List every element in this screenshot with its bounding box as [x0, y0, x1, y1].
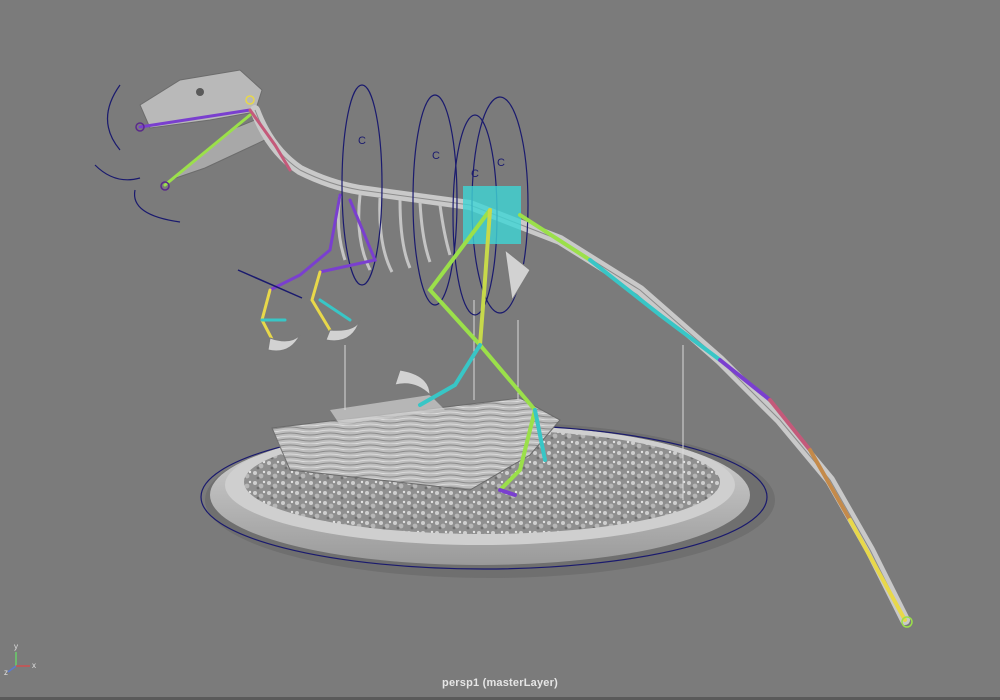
center-marker-label: C	[471, 168, 479, 180]
center-marker-label: C	[497, 157, 505, 169]
scene-3d-view[interactable]: C C C C	[0, 0, 1000, 700]
center-marker-label: C	[432, 150, 440, 162]
center-marker-label: C	[358, 135, 366, 147]
axis-y-label: y	[14, 642, 18, 651]
axis-x-label: x	[32, 661, 36, 670]
ribcage[interactable]	[336, 194, 452, 273]
claw-meshes[interactable]	[267, 248, 531, 397]
viewport-panel[interactable]: C C C C y x z persp1 (masterLayer)	[0, 0, 1000, 700]
axis-z-label: z	[4, 668, 8, 677]
axis-gizmo-icon: y x z	[4, 640, 44, 680]
camera-label: persp1 (masterLayer)	[442, 677, 558, 689]
